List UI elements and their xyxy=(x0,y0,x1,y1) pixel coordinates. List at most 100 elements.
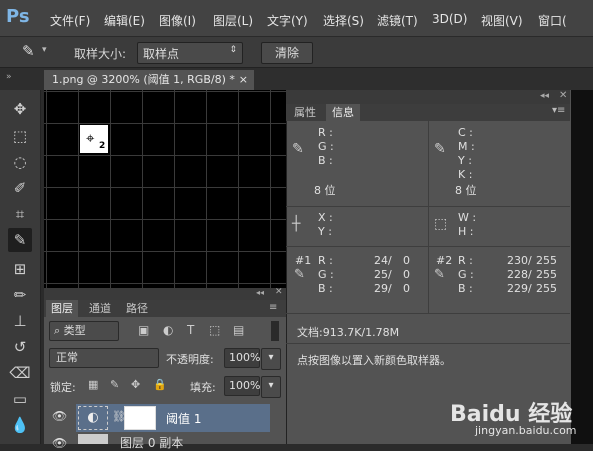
lock-position-icon[interactable]: ✥ xyxy=(131,378,140,391)
info-rgb-bits: 8 位 xyxy=(314,184,336,197)
blend-mode-select[interactable]: 正常 xyxy=(49,348,159,368)
opacity-label: 不透明度: xyxy=(166,353,214,366)
history-brush-tool-icon[interactable]: ↺ xyxy=(8,335,32,359)
opacity-dropdown[interactable]: ▾ xyxy=(261,348,281,370)
layers-menu-icon[interactable]: ≡ xyxy=(269,302,277,313)
sampler1-g-new: 0 xyxy=(403,268,410,281)
eyedropper-tool-icon[interactable]: ✎ xyxy=(8,228,32,252)
filter-adjustment-icon[interactable]: ◐ xyxy=(163,323,173,337)
collapse-layers-icon[interactable]: ◂◂ xyxy=(256,288,264,297)
healing-brush-tool-icon[interactable]: ⊞ xyxy=(8,257,32,281)
lock-label: 锁定: xyxy=(50,381,76,394)
color-sampler-marker-icon[interactable]: ⌖ xyxy=(86,129,94,147)
menu-3d[interactable]: 3D(D) xyxy=(432,12,467,26)
menu-filter[interactable]: 滤镜(T) xyxy=(377,12,418,29)
info-y-coord-label: Y : xyxy=(318,225,332,238)
sampler2-g-new: 255 xyxy=(536,268,557,281)
filter-smart-object-icon[interactable]: ▤ xyxy=(233,323,244,337)
clear-button[interactable]: 清除 xyxy=(261,42,313,64)
tab-properties[interactable]: 属性 xyxy=(288,104,322,121)
close-tab-icon[interactable]: × xyxy=(239,70,248,90)
info-m-label: M : xyxy=(458,140,475,153)
panel-menu-icon[interactable]: ▾≡ xyxy=(552,105,565,116)
updown-icon: ⇕ xyxy=(229,45,237,55)
selection-size-icon: ⬚ xyxy=(434,216,448,232)
menu-image[interactable]: 图像(I) xyxy=(159,12,196,29)
sampler2-g-label: G : xyxy=(458,268,474,281)
collapse-toolbox-icon[interactable]: » xyxy=(6,72,12,82)
opacity-field[interactable]: 100% xyxy=(224,348,260,368)
layer-filter-select[interactable]: ⌕ 类型 xyxy=(49,321,119,341)
search-icon: ⌕ xyxy=(54,324,64,337)
gradient-tool-icon[interactable]: ▭ xyxy=(8,387,32,411)
menu-view[interactable]: 视图(V) xyxy=(481,12,523,29)
sampler1-g-label: G : xyxy=(318,268,334,281)
fill-field[interactable]: 100% xyxy=(224,376,260,396)
menu-file[interactable]: 文件(F) xyxy=(50,12,90,29)
move-tool-icon[interactable]: ✥ xyxy=(8,97,32,121)
sampler1-label: #1 xyxy=(295,254,312,267)
info-cmyk-bits: 8 位 xyxy=(455,184,477,197)
eyedropper-preset-icon[interactable]: ✎ xyxy=(22,42,35,60)
sampler2-g-value: 228/ xyxy=(507,268,532,281)
sampler2-b-new: 255 xyxy=(536,282,557,295)
filter-shape-icon[interactable]: ⬚ xyxy=(209,323,220,337)
sampler2-r-value: 230/ xyxy=(507,254,532,267)
color-sampler-number: 2 xyxy=(99,141,106,151)
filter-toggle[interactable] xyxy=(271,321,279,341)
menu-type[interactable]: 文字(Y) xyxy=(267,12,308,29)
sampler1-r-label: R : xyxy=(318,254,333,267)
eyedropper-cmyk-icon[interactable]: ✎ xyxy=(434,141,446,157)
visibility-eye-icon[interactable]: 👁 xyxy=(52,409,67,423)
info-c-label: C : xyxy=(458,126,473,139)
layer-name[interactable]: 阈值 1 xyxy=(166,410,201,427)
menu-layer[interactable]: 图层(L) xyxy=(213,12,253,29)
menu-window[interactable]: 窗口( xyxy=(538,12,567,29)
sampler1-eyedropper-icon[interactable]: ✎ xyxy=(294,267,305,282)
layer-name-2[interactable]: 图层 0 副本 xyxy=(120,434,183,451)
sample-size-select[interactable]: 取样点 ⇕ xyxy=(137,42,243,64)
lock-pixels-icon[interactable]: ✎ xyxy=(110,378,119,391)
lock-transparent-icon[interactable]: ▦ xyxy=(88,378,98,391)
fill-dropdown[interactable]: ▾ xyxy=(261,376,281,398)
marquee-tool-icon[interactable]: ⬚ xyxy=(8,124,32,148)
tab-channels[interactable]: 通道 xyxy=(84,300,116,317)
collapse-panel-icon[interactable]: ◂◂ xyxy=(540,91,549,101)
info-k-label: K : xyxy=(458,168,473,181)
watermark-url: jingyan.baidu.com xyxy=(475,424,577,437)
sampler1-b-new: 0 xyxy=(403,282,410,295)
quick-select-tool-icon[interactable]: ✐ xyxy=(8,176,32,200)
blend-mode-value: 正常 xyxy=(56,351,78,364)
sampler2-r-label: R : xyxy=(458,254,473,267)
crop-tool-icon[interactable]: ⌗ xyxy=(8,202,32,226)
crosshair-icon: ┼ xyxy=(292,216,301,232)
info-divider-2 xyxy=(286,246,570,247)
close-layers-icon[interactable]: ✕ xyxy=(275,287,283,297)
lock-all-icon[interactable]: 🔒 xyxy=(153,378,167,391)
info-x-label: X : xyxy=(318,211,333,224)
clone-stamp-tool-icon[interactable]: ⊥ xyxy=(8,309,32,333)
menu-select[interactable]: 选择(S) xyxy=(323,12,364,29)
preset-chevron-down-icon[interactable]: ▾ xyxy=(42,45,47,55)
filter-pixel-icon[interactable]: ▣ xyxy=(138,323,149,337)
right-canvas-strip xyxy=(570,90,593,444)
eraser-tool-icon[interactable]: ⌫ xyxy=(8,361,32,385)
document-tab[interactable]: 1.png @ 3200% (阈值 1, RGB/8) * × xyxy=(44,70,254,90)
tab-layers[interactable]: 图层 xyxy=(46,300,78,317)
blur-tool-icon[interactable]: 💧 xyxy=(8,413,32,437)
info-y-label: Y : xyxy=(458,154,472,167)
tab-info[interactable]: 信息 xyxy=(326,104,360,121)
fill-label: 填充: xyxy=(190,381,216,394)
info-vertical-divider xyxy=(428,121,429,314)
menu-edit[interactable]: 编辑(E) xyxy=(104,12,145,29)
filter-type-icon[interactable]: T xyxy=(187,323,194,337)
lasso-tool-icon[interactable]: ◌ xyxy=(8,150,32,174)
sampler2-eyedropper-icon[interactable]: ✎ xyxy=(434,267,445,282)
tab-paths[interactable]: 路径 xyxy=(121,300,153,317)
brush-tool-icon[interactable]: ✏ xyxy=(8,283,32,307)
visibility-eye-icon-2[interactable]: 👁 xyxy=(52,436,67,450)
eyedropper-rgb-icon[interactable]: ✎ xyxy=(292,141,304,157)
sampler1-b-value: 29/ xyxy=(374,282,392,295)
close-panel-icon[interactable]: ✕ xyxy=(559,90,567,101)
layer-mask-thumbnail[interactable] xyxy=(124,406,156,430)
